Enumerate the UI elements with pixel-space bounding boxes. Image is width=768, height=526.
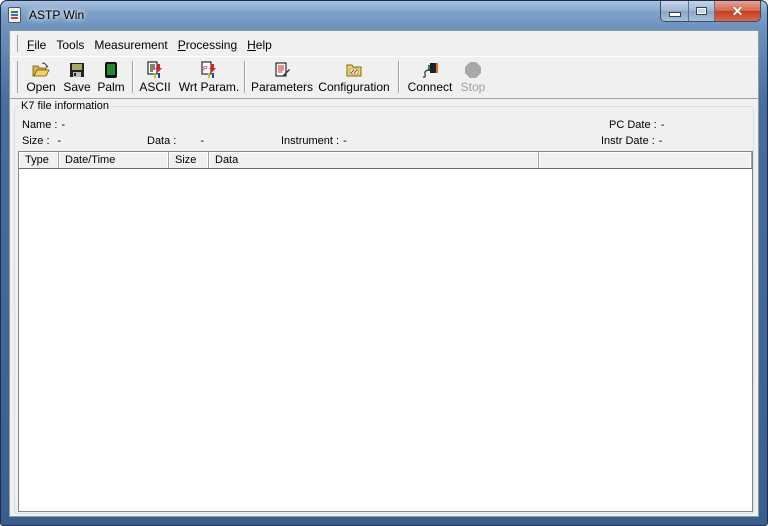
table-body[interactable] [19, 169, 752, 511]
menu-processing[interactable]: Processing [173, 38, 242, 52]
floppy-disk-icon [68, 61, 86, 79]
instrument-field: Instrument :- [281, 135, 347, 147]
menu-file[interactable]: File [22, 38, 51, 52]
column-header-datetime[interactable]: Date/Time [59, 152, 169, 168]
client-area: File Tools Measurement Processing Help O… [9, 30, 759, 517]
column-header-size[interactable]: Size [169, 152, 209, 168]
size-field: Size :- [22, 135, 62, 147]
instrument-value: - [343, 135, 347, 147]
name-value: - [61, 119, 66, 131]
menu-tools[interactable]: Tools [51, 38, 89, 52]
stop-button[interactable]: Stop [458, 59, 488, 95]
data-value: - [200, 135, 205, 147]
menu-measurement[interactable]: Measurement [89, 38, 172, 52]
pc-date-field: PC Date :- [609, 119, 665, 131]
write-param-icon: P [200, 61, 218, 79]
open-button[interactable]: Open [24, 59, 58, 95]
instr-date-value: - [658, 135, 663, 147]
configuration-icon [345, 61, 363, 79]
configuration-button[interactable]: Configuration [316, 59, 392, 95]
size-value: - [57, 135, 62, 147]
app-window: ASTP Win ✕ File Tools Measurement Proces… [0, 0, 768, 526]
toolbar-separator [132, 61, 134, 93]
records-table[interactable]: Type Date/Time Size Data [18, 151, 753, 512]
write-param-button[interactable]: P Wrt Param. [178, 59, 240, 95]
palm-device-icon [102, 61, 120, 79]
connect-plug-icon [421, 61, 439, 79]
menubar-grip[interactable] [13, 35, 18, 52]
column-header-filler[interactable] [539, 152, 752, 168]
group-label: K7 file information [20, 100, 111, 112]
parameters-button[interactable]: Parameters [251, 59, 313, 95]
instr-date-field: Instr Date :- [601, 135, 663, 147]
folder-open-icon [32, 61, 50, 79]
maximize-icon [696, 7, 707, 15]
close-button[interactable]: ✕ [715, 1, 760, 21]
caption-buttons: ✕ [660, 1, 761, 22]
column-header-data[interactable]: Data [209, 152, 539, 168]
menu-help[interactable]: Help [242, 38, 277, 52]
toolbar-grip[interactable] [13, 61, 18, 93]
window-title: ASTP Win [29, 8, 85, 22]
minimize-button[interactable] [661, 1, 689, 21]
maximize-button[interactable] [689, 1, 715, 21]
column-header-type[interactable]: Type [19, 152, 59, 168]
ascii-export-icon [146, 61, 164, 79]
svg-text:P: P [203, 66, 208, 73]
parameters-icon [273, 61, 291, 79]
stop-icon [464, 61, 482, 79]
title-bar[interactable]: ASTP Win ✕ [1, 1, 767, 29]
menu-bar: File Tools Measurement Processing Help [10, 31, 758, 57]
toolbar: Open Save Palm ASCII P Wrt Param. Parame… [10, 56, 758, 99]
palm-button[interactable]: Palm [96, 59, 126, 95]
toolbar-separator [244, 61, 246, 93]
app-icon [8, 7, 21, 23]
table-header: Type Date/Time Size Data [19, 152, 752, 169]
minimize-icon [668, 11, 681, 17]
name-field: Name :- [22, 119, 66, 131]
save-button[interactable]: Save [62, 59, 92, 95]
connect-button[interactable]: Connect [404, 59, 456, 95]
data-field: Data :- [147, 135, 205, 147]
toolbar-separator [398, 61, 400, 93]
close-icon: ✕ [731, 2, 744, 19]
pc-date-value: - [660, 119, 665, 131]
ascii-button[interactable]: ASCII [138, 59, 172, 95]
